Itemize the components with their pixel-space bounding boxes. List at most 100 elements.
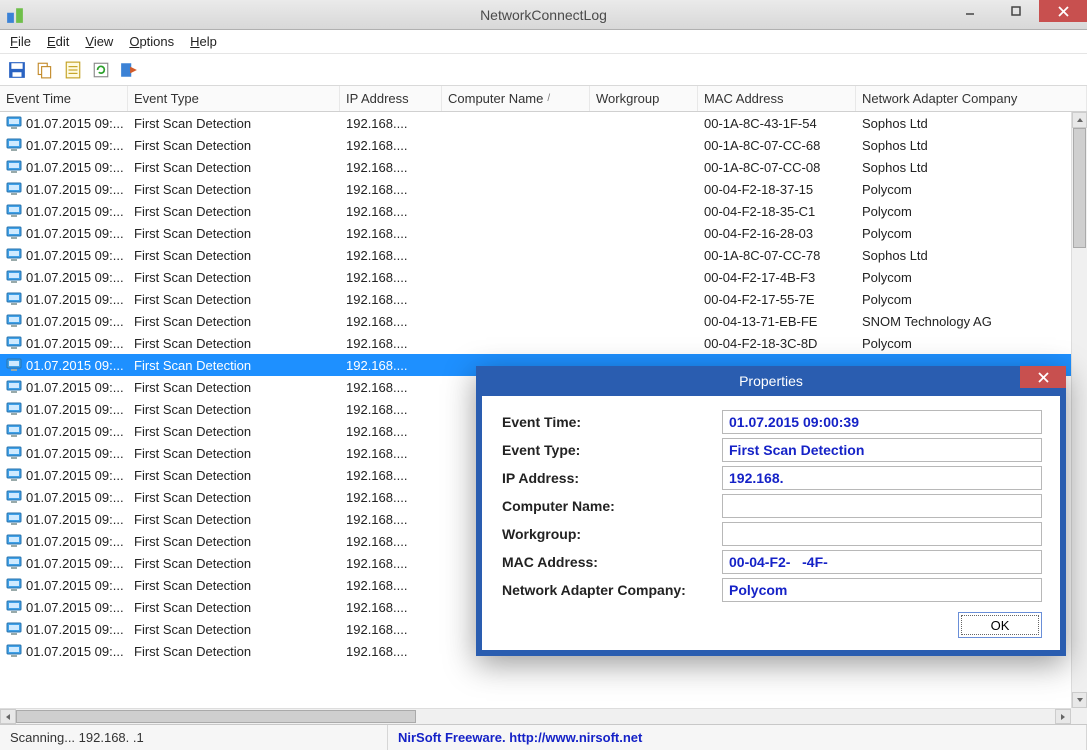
save-icon[interactable] (8, 61, 26, 79)
cell-ip: 192.168.... (340, 578, 442, 593)
dialog-close-button[interactable] (1020, 366, 1066, 388)
cell-event-type: First Scan Detection (128, 644, 340, 659)
cell-event-time: 01.07.2015 09:... (26, 512, 124, 527)
cell-ip: 192.168.... (340, 644, 442, 659)
scroll-thumb[interactable] (1073, 128, 1086, 248)
cell-ip: 192.168.... (340, 600, 442, 615)
cell-ip: 192.168.... (340, 490, 442, 505)
cell-nac: SNOM Technology AG (856, 314, 1071, 329)
vertical-scrollbar[interactable] (1071, 112, 1087, 708)
scroll-right-button[interactable] (1055, 709, 1071, 724)
col-workgroup[interactable]: Workgroup (590, 86, 698, 111)
cell-mac: 00-04-F2-18-35-C1 (698, 204, 856, 219)
properties-dialog: Properties Event Time: Event Type: IP Ad… (476, 366, 1066, 656)
scroll-up-button[interactable] (1072, 112, 1087, 128)
col-event-type[interactable]: Event Type (128, 86, 340, 111)
prop-field-mac[interactable] (722, 550, 1042, 574)
copy-icon[interactable] (36, 61, 54, 79)
prop-field-event-type[interactable] (722, 438, 1042, 462)
list-header: Event Time Event Type IP Address Compute… (0, 86, 1087, 112)
cell-mac: 00-04-F2-18-37-15 (698, 182, 856, 197)
table-row[interactable]: 01.07.2015 09:...First Scan Detection192… (0, 222, 1071, 244)
cell-event-type: First Scan Detection (128, 380, 340, 395)
prop-label-nac: Network Adapter Company: (502, 582, 722, 598)
refresh-icon[interactable] (92, 61, 110, 79)
cell-ip: 192.168.... (340, 512, 442, 527)
prop-field-nac[interactable] (722, 578, 1042, 602)
title-bar: NetworkConnectLog (0, 0, 1087, 30)
cell-event-time: 01.07.2015 09:... (26, 138, 124, 153)
cell-event-type: First Scan Detection (128, 314, 340, 329)
cell-nac: Sophos Ltd (856, 248, 1071, 263)
table-row[interactable]: 01.07.2015 09:...First Scan Detection192… (0, 332, 1071, 354)
cell-event-type: First Scan Detection (128, 116, 340, 131)
table-row[interactable]: 01.07.2015 09:...First Scan Detection192… (0, 156, 1071, 178)
cell-event-type: First Scan Detection (128, 600, 340, 615)
cell-ip: 192.168.... (340, 556, 442, 571)
close-button[interactable] (1039, 0, 1087, 22)
cell-nac: Sophos Ltd (856, 116, 1071, 131)
cell-event-type: First Scan Detection (128, 138, 340, 153)
cell-event-time: 01.07.2015 09:... (26, 468, 124, 483)
prop-field-event-time[interactable] (722, 410, 1042, 434)
menu-help[interactable]: Help (190, 34, 217, 49)
cell-event-time: 01.07.2015 09:... (26, 424, 124, 439)
prop-label-mac: MAC Address: (502, 554, 722, 570)
table-row[interactable]: 01.07.2015 09:...First Scan Detection192… (0, 288, 1071, 310)
menu-view[interactable]: View (85, 34, 113, 49)
hscroll-thumb[interactable] (16, 710, 416, 723)
cell-mac: 00-04-F2-17-55-7E (698, 292, 856, 307)
status-nirsoft-link[interactable]: NirSoft Freeware. http://www.nirsoft.net (388, 725, 1087, 750)
col-computer-name[interactable]: Computer Name / (442, 86, 590, 111)
cell-event-time: 01.07.2015 09:... (26, 314, 124, 329)
prop-field-computer[interactable] (722, 494, 1042, 518)
cell-event-type: First Scan Detection (128, 512, 340, 527)
table-row[interactable]: 01.07.2015 09:...First Scan Detection192… (0, 266, 1071, 288)
col-network-adapter-company[interactable]: Network Adapter Company (856, 86, 1087, 111)
cell-ip: 192.168.... (340, 204, 442, 219)
properties-icon[interactable] (64, 61, 82, 79)
prop-label-workgroup: Workgroup: (502, 526, 722, 542)
col-event-time[interactable]: Event Time (0, 86, 128, 111)
cell-mac: 00-1A-8C-43-1F-54 (698, 116, 856, 131)
cell-nac: Polycom (856, 226, 1071, 241)
table-row[interactable]: 01.07.2015 09:...First Scan Detection192… (0, 112, 1071, 134)
dialog-title-bar[interactable]: Properties (482, 366, 1060, 396)
horizontal-scrollbar[interactable] (0, 708, 1071, 724)
cell-mac: 00-1A-8C-07-CC-68 (698, 138, 856, 153)
prop-label-ip: IP Address: (502, 470, 722, 486)
col-mac-address[interactable]: MAC Address (698, 86, 856, 111)
cell-event-time: 01.07.2015 09:... (26, 292, 124, 307)
scroll-left-button[interactable] (0, 709, 16, 724)
toolbar (0, 54, 1087, 86)
table-row[interactable]: 01.07.2015 09:...First Scan Detection192… (0, 200, 1071, 222)
cell-nac: Polycom (856, 270, 1071, 285)
dialog-title: Properties (739, 373, 803, 389)
cell-event-time: 01.07.2015 09:... (26, 358, 124, 373)
table-row[interactable]: 01.07.2015 09:...First Scan Detection192… (0, 310, 1071, 332)
minimize-button[interactable] (947, 0, 993, 22)
scroll-down-button[interactable] (1072, 692, 1087, 708)
cell-event-time: 01.07.2015 09:... (26, 336, 124, 351)
table-row[interactable]: 01.07.2015 09:...First Scan Detection192… (0, 178, 1071, 200)
menu-file[interactable]: File (10, 34, 31, 49)
cell-event-type: First Scan Detection (128, 402, 340, 417)
col-ip-address[interactable]: IP Address (340, 86, 442, 111)
cell-event-type: First Scan Detection (128, 248, 340, 263)
prop-label-event-time: Event Time: (502, 414, 722, 430)
menu-edit[interactable]: Edit (47, 34, 69, 49)
menu-options[interactable]: Options (129, 34, 174, 49)
prop-field-ip[interactable] (722, 466, 1042, 490)
exit-icon[interactable] (120, 61, 138, 79)
prop-field-workgroup[interactable] (722, 522, 1042, 546)
cell-mac: 00-04-F2-17-4B-F3 (698, 270, 856, 285)
dialog-ok-button[interactable]: OK (958, 612, 1042, 638)
maximize-button[interactable] (993, 0, 1039, 22)
cell-nac: Polycom (856, 292, 1071, 307)
table-row[interactable]: 01.07.2015 09:...First Scan Detection192… (0, 244, 1071, 266)
cell-mac: 00-04-13-71-EB-FE (698, 314, 856, 329)
table-row[interactable]: 01.07.2015 09:...First Scan Detection192… (0, 134, 1071, 156)
cell-event-time: 01.07.2015 09:... (26, 270, 124, 285)
cell-ip: 192.168.... (340, 358, 442, 373)
cell-nac: Polycom (856, 336, 1071, 351)
